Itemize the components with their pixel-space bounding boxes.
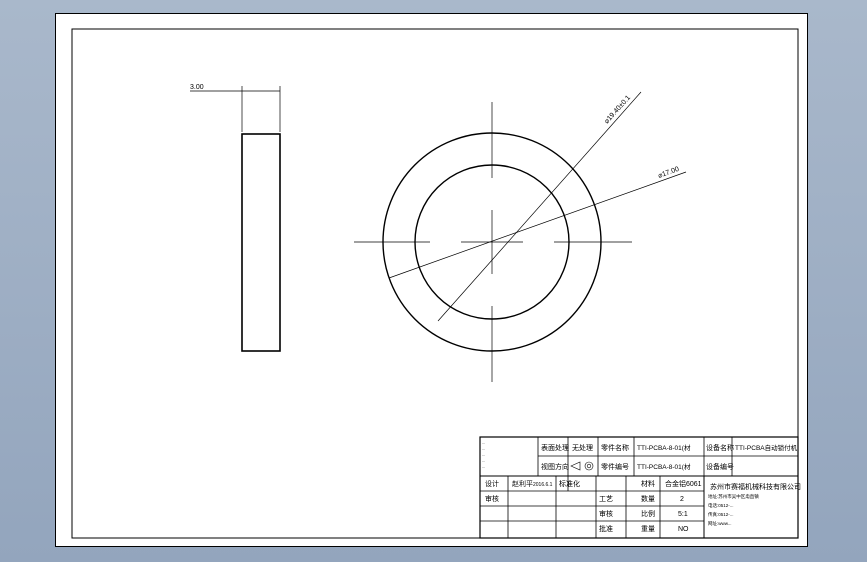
thickness-dim-label: 3.00 — [190, 84, 204, 91]
projection-symbol-icon — [570, 461, 594, 471]
company-address: 地址:苏州市吴中区甪直镇 — [708, 493, 759, 500]
quantity-label: 数量 — [641, 494, 655, 503]
outer-diameter-dim-label: ⌀19.40±0.1 — [603, 94, 632, 125]
inner-frame — [71, 28, 799, 539]
company-fax: 传真:0512-... — [708, 511, 734, 518]
part-number-value: TTI-PCBA-8-01(材 — [637, 462, 691, 471]
inner-diameter-dim-label: ⌀17.00 — [657, 166, 680, 180]
quantity-value: 2 — [680, 496, 684, 503]
equipment-number-label: 设备编号 — [706, 462, 734, 471]
scale-value: 5:1 — [678, 511, 688, 518]
design-label: 设计 — [485, 479, 499, 488]
note-line-1: ... — [482, 440, 485, 445]
material-name-label: 零件名称 — [601, 443, 629, 452]
projection-label: 视图方向 — [541, 462, 569, 471]
approve-label: 批准 — [599, 524, 613, 533]
side-view: 3.00 — [190, 84, 281, 352]
standardization-label: 标准化 — [559, 479, 580, 488]
material-name-value: TTI-PCBA-8-01(材 — [637, 443, 691, 452]
process-label: 工艺 — [599, 495, 613, 503]
material-label: 材料 — [641, 479, 655, 488]
note-line-3: ... — [482, 452, 485, 457]
note-line-4: ... — [482, 458, 485, 463]
note-line-2: ... — [482, 446, 485, 451]
company-tel: 电话:0512-... — [708, 502, 734, 509]
note-line-5: ... — [482, 464, 485, 469]
title-block: ... ... ... ... ... 表面处理 无处理 零件名称 TTI-PC… — [479, 436, 801, 539]
drawing-sheet: 3.00 ⌀19.40±0.1 ⌀17.00 ... ... ... ... .… — [55, 13, 808, 547]
checker-label: 审核 — [485, 494, 499, 503]
device-name-label: 设备名称 — [706, 443, 734, 452]
weight-label: 重量 — [641, 525, 655, 533]
device-name-value: TTI-PCBA自动锁付机 — [735, 443, 798, 452]
weight-value: NO — [678, 526, 689, 533]
design-value: 赵利平 — [512, 479, 533, 488]
outer-diameter-leader — [437, 91, 642, 322]
surface-treatment-label: 表面处理 — [541, 443, 569, 452]
scale-label: 比例 — [641, 509, 655, 518]
part-number-label: 零件编号 — [601, 462, 629, 471]
date-value: 2016.6.1 — [533, 482, 553, 488]
notes-area: ... ... ... ... ... — [482, 440, 485, 469]
front-view: ⌀19.40±0.1 ⌀17.00 — [354, 91, 687, 382]
company-name: 苏州市赛福机械科技有限公司 — [710, 482, 801, 491]
drawing-canvas: 3.00 ⌀19.40±0.1 ⌀17.00 ... ... ... ... .… — [71, 28, 801, 539]
material-value: 合金铝6061 — [665, 479, 702, 488]
surface-treatment-value: 无处理 — [572, 443, 593, 452]
side-view-outline — [241, 133, 281, 352]
company-web: 网址:www... — [708, 520, 732, 527]
checker-label-2: 审核 — [599, 509, 613, 518]
inner-diameter-leader — [388, 171, 687, 279]
